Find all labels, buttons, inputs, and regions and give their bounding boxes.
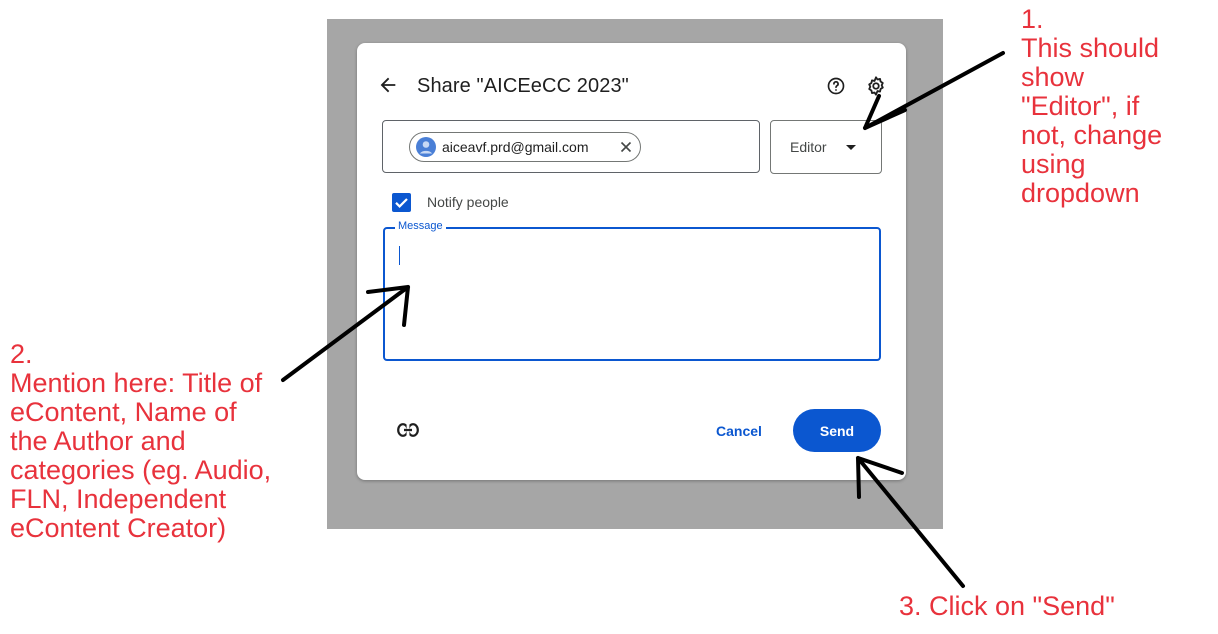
avatar-icon <box>416 137 436 157</box>
note1-line: dropdown <box>1021 178 1140 208</box>
help-icon[interactable] <box>826 76 846 96</box>
note1-line: show <box>1021 62 1085 92</box>
notify-label: Notify people <box>427 194 509 210</box>
message-label: Message <box>395 220 446 232</box>
recipient-chip[interactable]: aiceavf.prd@gmail.com <box>409 132 641 162</box>
gear-icon[interactable] <box>865 75 887 97</box>
arrow-back-icon[interactable] <box>377 74 399 96</box>
link-icon[interactable] <box>397 423 419 437</box>
annotation-note-2: 2. Mention here: Title of eContent, Name… <box>10 340 360 543</box>
annotation-note-3: 3. Click on "Send" <box>899 591 1115 621</box>
note2-line: eContent, Name of <box>10 397 237 427</box>
role-dropdown[interactable]: Editor <box>770 120 882 174</box>
note1-line: "Editor", if <box>1021 91 1140 121</box>
recipient-email: aiceavf.prd@gmail.com <box>442 139 589 155</box>
note1-line: using <box>1021 149 1086 179</box>
notify-checkbox[interactable] <box>392 193 411 212</box>
note2-line: 2. <box>10 339 33 369</box>
note2-line: FLN, Independent <box>10 484 227 514</box>
note2-line: the Author and <box>10 426 186 456</box>
message-textarea[interactable] <box>383 227 881 361</box>
note1-line: not, change <box>1021 120 1163 150</box>
note1-line: 1. <box>1021 4 1044 34</box>
role-value: Editor <box>790 139 827 155</box>
note1-line: This should <box>1021 33 1160 63</box>
close-icon[interactable] <box>618 139 634 155</box>
text-caret <box>399 246 400 265</box>
note2-line: categories (eg. Audio, <box>10 455 272 485</box>
send-button[interactable]: Send <box>793 409 881 452</box>
dialog-title: Share "AICEeCC 2023" <box>417 75 629 97</box>
dropdown-arrow-icon <box>846 145 856 150</box>
cancel-button[interactable]: Cancel <box>700 413 778 449</box>
note2-line: eContent Creator) <box>10 513 227 543</box>
note2-line: Mention here: Title of <box>10 368 263 398</box>
annotation-note-1: 1. This should show "Editor", if not, ch… <box>1021 5 1216 208</box>
